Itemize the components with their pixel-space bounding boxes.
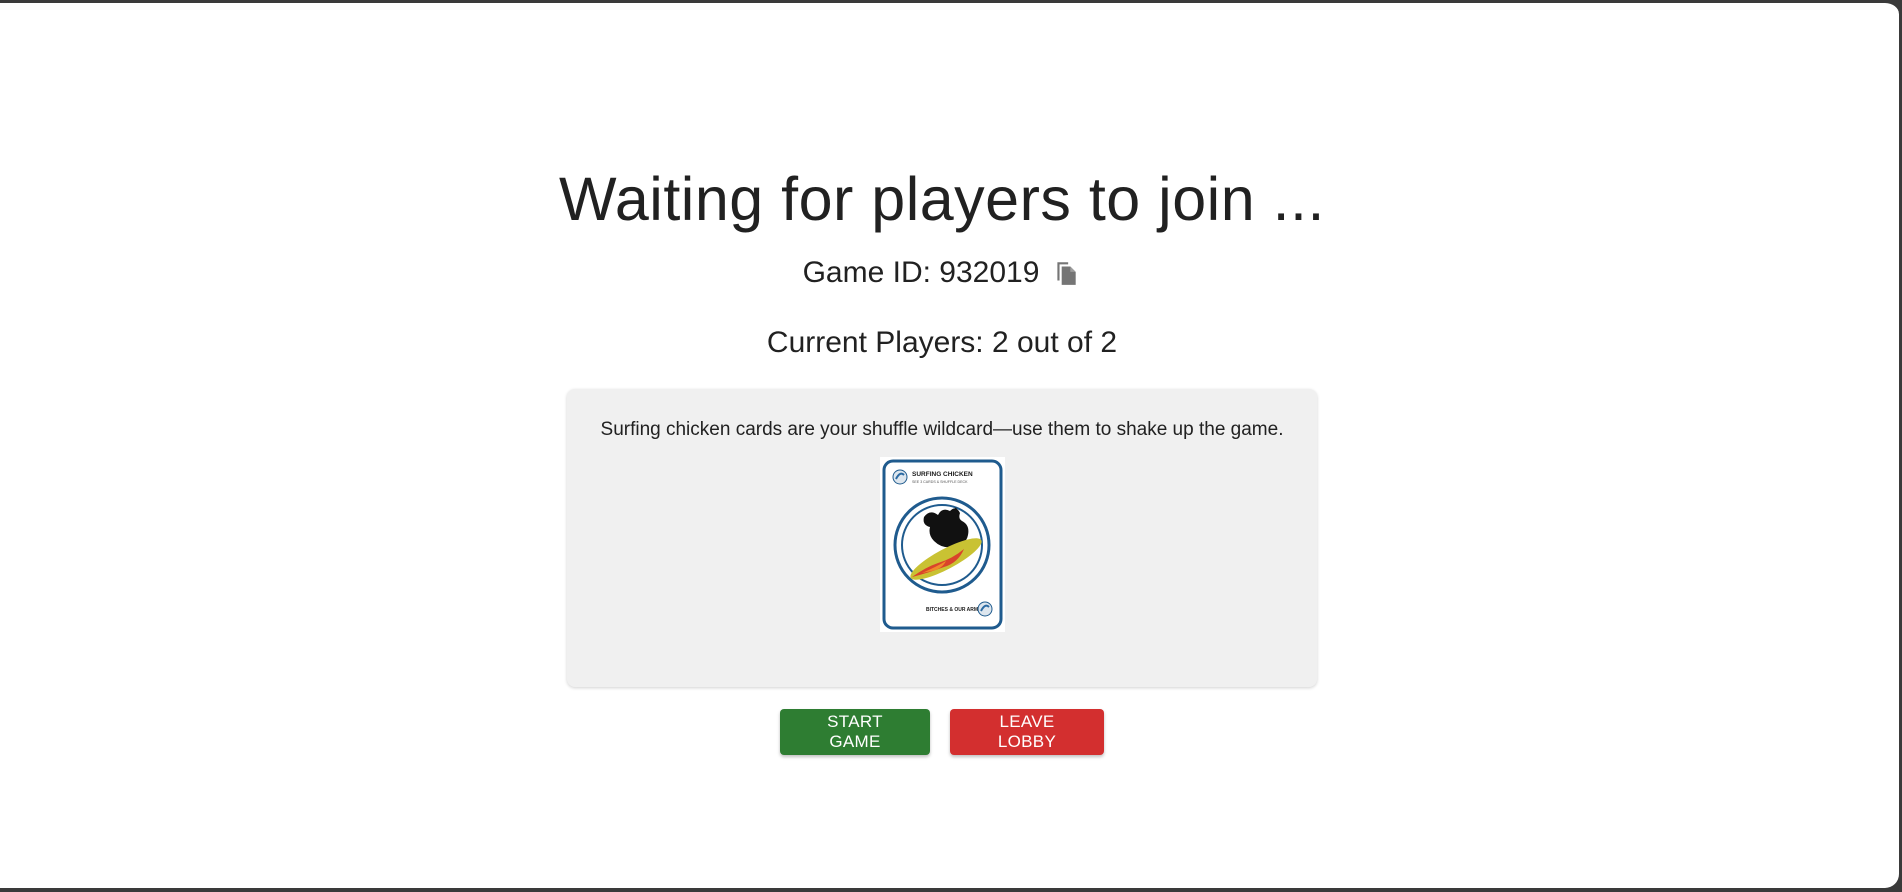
- copy-icon: [1057, 262, 1077, 285]
- card-subtitle: SEE 3 CARDS & SHUFFLE DECK: [912, 480, 968, 484]
- leave-lobby-button[interactable]: LEAVE LOBBY: [950, 709, 1104, 755]
- card-title: SURFING CHICKEN: [912, 471, 973, 478]
- surfing-chicken-card-image: SURFING CHICKEN SEE 3 CARDS & SHUFFLE DE…: [879, 457, 1005, 632]
- page-title: Waiting for players to join ...: [559, 165, 1325, 233]
- start-game-button[interactable]: START GAME: [780, 709, 930, 755]
- browser-viewport: Waiting for players to join ... Game ID:…: [0, 0, 1899, 888]
- lobby-panel: Waiting for players to join ... Game ID:…: [0, 3, 1884, 755]
- copy-game-id-button[interactable]: [1051, 257, 1081, 289]
- lobby-actions: START GAME LEAVE LOBBY: [780, 709, 1104, 755]
- tip-card: Surfing chicken cards are your shuffle w…: [567, 389, 1317, 687]
- tip-text: Surfing chicken cards are your shuffle w…: [600, 419, 1284, 440]
- card-footer: BITCHES & OUR ARMS: [926, 607, 982, 613]
- game-id-label: Game ID: 932019: [802, 256, 1040, 289]
- current-players: Current Players: 2 out of 2: [766, 326, 1118, 359]
- game-id-row: Game ID: 932019: [803, 255, 1082, 291]
